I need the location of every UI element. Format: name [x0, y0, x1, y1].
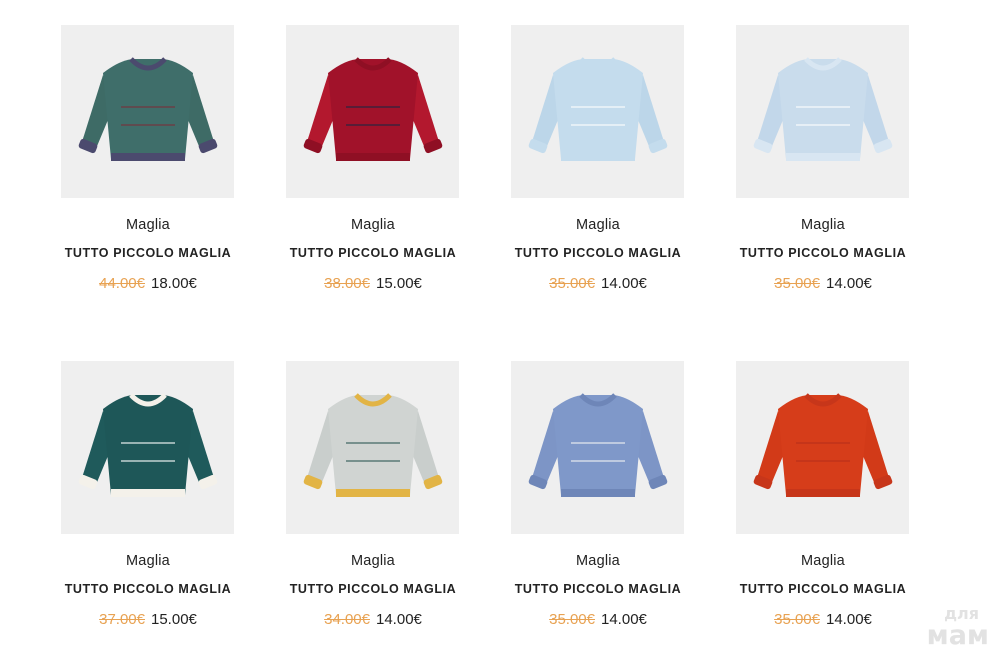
sweater-illustration	[78, 56, 217, 161]
product-title[interactable]: TUTTO PICCOLO MAGLIA	[736, 245, 910, 261]
product-grid: Maglia TUTTO PICCOLO MAGLIA 44.00€ 18.00€…	[0, 0, 1003, 659]
old-price: 35.00€	[549, 275, 595, 292]
product-category: Maglia	[801, 553, 845, 569]
product-category: Maglia	[576, 217, 620, 233]
sale-price: 14.00€	[826, 611, 872, 628]
product-image[interactable]	[61, 25, 234, 198]
product-category: Maglia	[351, 553, 395, 569]
product-category: Maglia	[351, 217, 395, 233]
product-card[interactable]: Maglia TUTTO PICCOLO MAGLIA 44.00€ 18.00€	[61, 25, 235, 294]
sweater-illustration	[753, 56, 892, 161]
sale-price: 14.00€	[601, 275, 647, 292]
product-title[interactable]: TUTTO PICCOLO MAGLIA	[511, 581, 685, 597]
old-price: 35.00€	[549, 611, 595, 628]
sale-price: 14.00€	[601, 611, 647, 628]
sale-price: 15.00€	[151, 611, 197, 628]
old-price: 38.00€	[324, 275, 370, 292]
product-image[interactable]	[511, 25, 684, 198]
price-row: 35.00€ 14.00€	[511, 610, 685, 630]
product-card[interactable]: Maglia TUTTO PICCOLO MAGLIA 35.00€ 14.00€	[511, 25, 685, 294]
product-image[interactable]	[286, 361, 459, 534]
product-card[interactable]: Maglia TUTTO PICCOLO MAGLIA 37.00€ 15.00€	[61, 361, 235, 630]
product-image[interactable]	[61, 361, 234, 534]
product-title[interactable]: TUTTO PICCOLO MAGLIA	[286, 245, 460, 261]
product-card[interactable]: Maglia TUTTO PICCOLO MAGLIA 35.00€ 14.00€	[736, 361, 910, 630]
product-title[interactable]: TUTTO PICCOLO MAGLIA	[286, 581, 460, 597]
product-card[interactable]: Maglia TUTTO PICCOLO MAGLIA 35.00€ 14.00€	[511, 361, 685, 630]
product-card[interactable]: Maglia TUTTO PICCOLO MAGLIA 34.00€ 14.00€	[286, 361, 460, 630]
price-row: 34.00€ 14.00€	[286, 610, 460, 630]
old-price: 44.00€	[99, 275, 145, 292]
product-title[interactable]: TUTTO PICCOLO MAGLIA	[61, 581, 235, 597]
watermark-logo: для мам	[926, 606, 989, 651]
old-price: 34.00€	[324, 611, 370, 628]
sweater-illustration	[78, 392, 217, 497]
product-image[interactable]	[736, 361, 909, 534]
price-row: 37.00€ 15.00€	[61, 610, 235, 630]
sweater-illustration	[528, 56, 667, 161]
price-row: 35.00€ 14.00€	[736, 274, 910, 294]
product-category: Maglia	[576, 553, 620, 569]
product-category: Maglia	[126, 553, 170, 569]
sweater-illustration	[753, 392, 892, 497]
product-title[interactable]: TUTTO PICCOLO MAGLIA	[511, 245, 685, 261]
product-card[interactable]: Maglia TUTTO PICCOLO MAGLIA 35.00€ 14.00€	[736, 25, 910, 294]
sale-price: 15.00€	[376, 275, 422, 292]
product-category: Maglia	[126, 217, 170, 233]
product-image[interactable]	[286, 25, 459, 198]
sweater-illustration	[303, 392, 442, 497]
product-title[interactable]: TUTTO PICCOLO MAGLIA	[61, 245, 235, 261]
product-image[interactable]	[511, 361, 684, 534]
watermark-big: мам	[926, 620, 989, 651]
price-row: 35.00€ 14.00€	[736, 610, 910, 630]
product-image[interactable]	[736, 25, 909, 198]
price-row: 35.00€ 14.00€	[511, 274, 685, 294]
sweater-illustration	[528, 392, 667, 497]
sale-price: 18.00€	[151, 275, 197, 292]
sale-price: 14.00€	[376, 611, 422, 628]
sweater-illustration	[303, 56, 442, 161]
sale-price: 14.00€	[826, 275, 872, 292]
old-price: 35.00€	[774, 611, 820, 628]
product-category: Maglia	[801, 217, 845, 233]
old-price: 37.00€	[99, 611, 145, 628]
product-title[interactable]: TUTTO PICCOLO MAGLIA	[736, 581, 910, 597]
product-card[interactable]: Maglia TUTTO PICCOLO MAGLIA 38.00€ 15.00€	[286, 25, 460, 294]
old-price: 35.00€	[774, 275, 820, 292]
price-row: 44.00€ 18.00€	[61, 274, 235, 294]
price-row: 38.00€ 15.00€	[286, 274, 460, 294]
